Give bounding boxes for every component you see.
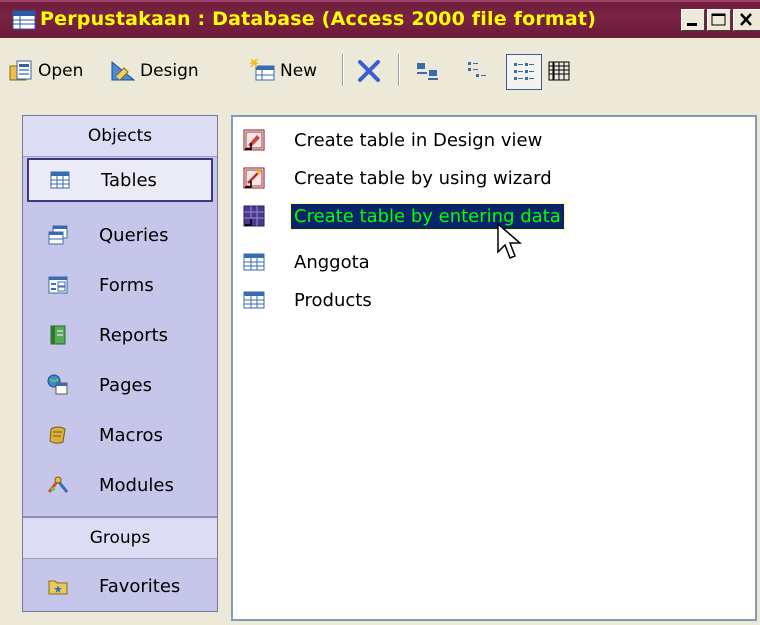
new-button[interactable]: New (250, 54, 317, 88)
mouse-cursor-icon (497, 222, 522, 259)
maximize-button[interactable] (707, 9, 731, 31)
groups-header[interactable]: Groups (23, 518, 217, 559)
modules-icon (47, 476, 69, 493)
object-list: Create table in Design view Create table… (231, 115, 757, 621)
list-view-button[interactable] (506, 54, 542, 90)
toolbar: Open Design New (0, 38, 760, 108)
objects-item-modules[interactable]: Modules (27, 463, 213, 507)
list-item-label: Create table by entering data (290, 202, 565, 230)
objects-item-forms[interactable]: Forms (27, 263, 213, 307)
list-item-label: Products (294, 289, 372, 311)
objects-bar: Objects Tables Queries Forms Reports Pag… (22, 115, 218, 612)
small-icons-icon (468, 62, 486, 77)
new-label: New (280, 61, 318, 81)
design-button[interactable]: Design (110, 54, 199, 88)
objects-item-label: Forms (99, 274, 154, 296)
tables-icon (50, 171, 70, 189)
close-button[interactable] (733, 9, 760, 31)
list-item-table-products[interactable]: Products (241, 285, 375, 315)
database-window: Perpustakaan : Database (Access 2000 fil… (0, 0, 760, 625)
database-window-icon (12, 10, 36, 30)
minimize-icon (687, 23, 697, 26)
list-item-table-anggota[interactable]: Anggota (241, 247, 373, 277)
objects-item-queries[interactable]: Queries (27, 213, 213, 257)
shortcut-design-icon (243, 129, 265, 151)
toolbar-separator (342, 54, 344, 86)
open-label: Open (38, 61, 84, 81)
list-item-create-design[interactable]: Create table in Design view (241, 125, 545, 155)
maximize-icon (711, 13, 726, 26)
objects-item-label: Pages (99, 374, 152, 396)
objects-item-label: Modules (99, 474, 174, 496)
table-icon (243, 253, 265, 271)
open-button[interactable]: Open (8, 54, 83, 88)
list-item-create-wizard[interactable]: Create table by using wizard (241, 163, 555, 193)
details-view-icon (548, 61, 570, 81)
objects-item-label: Tables (101, 169, 157, 191)
pages-icon (47, 374, 68, 395)
window-title: Perpustakaan : Database (Access 2000 fil… (40, 8, 597, 30)
objects-item-pages[interactable]: Pages (27, 363, 213, 407)
design-icon (111, 60, 136, 81)
list-view-icon (514, 63, 534, 80)
reports-icon (50, 325, 66, 345)
shortcut-wizard-icon (243, 167, 265, 189)
design-label: Design (140, 61, 199, 81)
groups-item-favorites[interactable]: Favorites (27, 564, 213, 608)
open-icon (9, 60, 32, 81)
new-table-icon (250, 58, 275, 81)
groups-item-label: Favorites (99, 575, 181, 597)
minimize-button[interactable] (681, 9, 705, 31)
favorites-folder-icon (48, 580, 68, 595)
objects-item-label: Queries (99, 224, 169, 246)
objects-item-tables[interactable]: Tables (27, 158, 213, 202)
close-icon (740, 13, 752, 26)
list-item-label: Anggota (294, 251, 370, 273)
small-icons-button[interactable] (464, 54, 494, 88)
details-view-button[interactable] (546, 54, 576, 88)
queries-icon (48, 225, 68, 245)
objects-item-macros[interactable]: Macros (27, 413, 213, 457)
delete-button[interactable] (356, 54, 386, 88)
list-item-label: Create table by using wizard (294, 167, 552, 189)
macros-icon (49, 426, 66, 444)
large-icons-icon (417, 63, 438, 80)
title-bar[interactable]: Perpustakaan : Database (Access 2000 fil… (0, 0, 760, 38)
table-icon (243, 291, 265, 309)
objects-header[interactable]: Objects (23, 116, 217, 157)
shortcut-datasheet-icon (243, 205, 265, 227)
toolbar-separator (398, 54, 400, 86)
objects-item-label: Reports (99, 324, 169, 346)
list-item-label: Create table in Design view (294, 129, 543, 151)
delete-icon (358, 60, 380, 82)
forms-icon (48, 276, 68, 294)
objects-item-label: Macros (99, 424, 163, 446)
large-icons-button[interactable] (414, 54, 444, 88)
objects-item-reports[interactable]: Reports (27, 313, 213, 357)
